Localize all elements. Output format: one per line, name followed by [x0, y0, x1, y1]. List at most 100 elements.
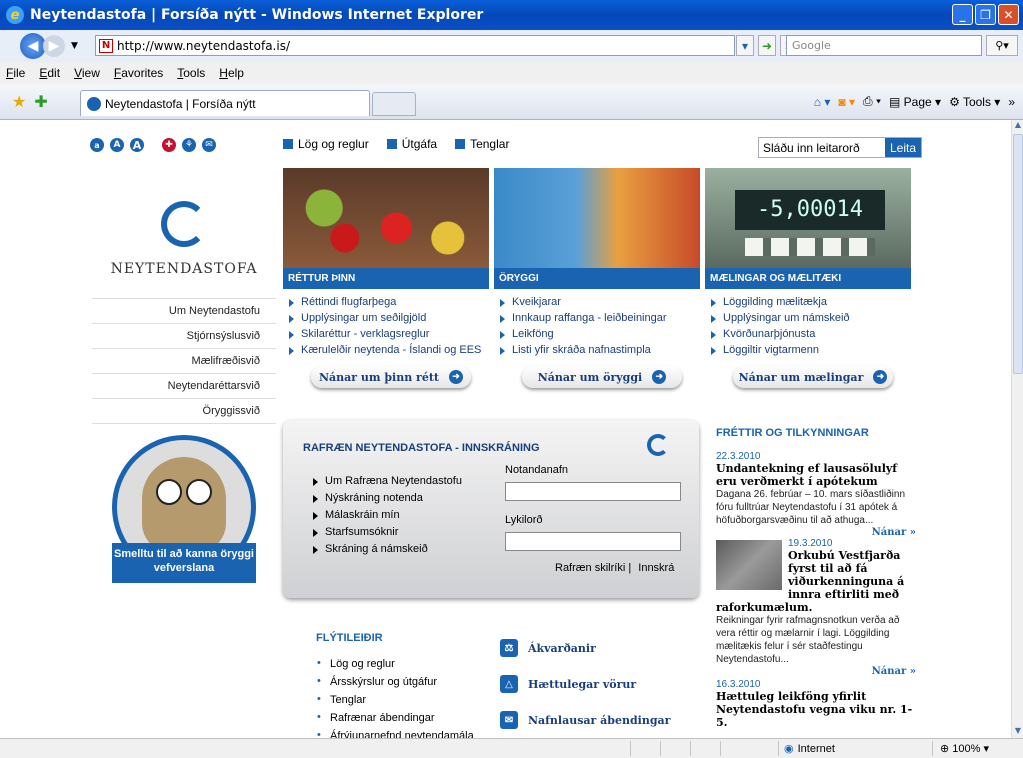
favorites-star-icon[interactable]: ★	[12, 92, 26, 111]
text-small-icon[interactable]: a	[90, 138, 104, 152]
security-zone[interactable]: ◉ Internet	[784, 742, 835, 756]
login-link[interactable]: Nýskráning notenda	[313, 492, 462, 509]
page-viewport: a A A ✚ ⚘ ✉ Lög og reglur Útgáfa Tenglar…	[0, 120, 1011, 738]
column-link[interactable]: Skilaréttur - verklagsreglur	[289, 328, 489, 344]
add-favorites-icon[interactable]: ✚	[34, 92, 47, 111]
certificate-link[interactable]: Rafræn skilríki |	[555, 562, 631, 574]
text-medium-icon[interactable]: A	[110, 138, 124, 152]
column-link[interactable]: Réttindi flugfarþega	[289, 296, 489, 312]
more-button[interactable]: Nánar um öryggi ➜	[522, 366, 682, 388]
login-link[interactable]: Um Rafræna Neytendastofu	[313, 475, 462, 492]
shortcut-link[interactable]: Rafrænar ábendingar	[316, 711, 474, 730]
menu-favorites[interactable]: Favorites	[114, 66, 163, 80]
owl-icon	[142, 457, 226, 553]
menu-tools[interactable]: Tools	[177, 66, 205, 80]
sidenav-item-maelifraedi[interactable]: Mælifræðisvið	[92, 349, 276, 374]
history-dropdown-icon[interactable]: ▼	[71, 41, 78, 51]
login-link[interactable]: Skráning á námskeið	[313, 543, 462, 560]
window-titlebar: e Neytendastofa | Forsíða nýtt - Windows…	[0, 0, 1023, 30]
decisions-link[interactable]: ⚖ Ákvarðanir	[500, 630, 670, 666]
maximize-button[interactable]: ❐	[975, 4, 996, 25]
tab-title: Neytendastofa | Forsíða nýtt	[105, 96, 256, 111]
zoom-control[interactable]: ⊕ 100% ▾	[940, 742, 989, 755]
new-tab-button[interactable]	[372, 92, 416, 116]
sidenav-item-neytendarettur[interactable]: Neytendaréttarsvið	[92, 374, 276, 399]
home-icon[interactable]: ⌂ ▾	[814, 95, 831, 109]
shortcut-link[interactable]: Ársskýrslur og útgáfur	[316, 675, 474, 694]
text-large-icon[interactable]: A	[130, 138, 144, 152]
sidenav-item-oryggi[interactable]: Öryggissvið	[92, 399, 276, 424]
owl-eye-left	[156, 479, 182, 505]
email-icon[interactable]: ✉	[202, 138, 216, 152]
column-link[interactable]: Innkaup raffanga - leiðbeiningar	[500, 312, 700, 328]
dangerous-products-link[interactable]: △ Hættulegar vörur	[500, 666, 670, 702]
more-button[interactable]: Nánar um þinn rétt ➜	[311, 366, 471, 388]
password-input[interactable]	[505, 532, 681, 551]
sidenav-item-um[interactable]: Um Neytendastofu	[92, 299, 276, 324]
sitemap-icon[interactable]: ⚘	[182, 138, 196, 152]
login-link[interactable]: Málaskráin mín	[313, 509, 462, 526]
status-bar: ◉ Internet ⊕ 100% ▾	[0, 738, 1023, 758]
toplink-utgafa[interactable]: Útgáfa	[386, 137, 437, 151]
chevron-more-icon[interactable]: »	[1008, 95, 1015, 109]
scroll-up-icon[interactable]: ▲	[1012, 120, 1023, 132]
toplink-log[interactable]: Lög og reglur	[283, 137, 369, 151]
tab-active[interactable]: Neytendastofa | Forsíða nýtt	[80, 90, 370, 116]
site-logo[interactable]: NEYTENDASTOFA	[92, 166, 276, 296]
menu-bar: File Edit View Favorites Tools Help	[0, 62, 1023, 84]
more-button[interactable]: Nánar um mælingar ➜	[733, 366, 893, 388]
shortcut-link[interactable]: Áfrýjunarnefnd neytendamála	[316, 729, 474, 738]
web-search-input[interactable]: Google	[786, 35, 982, 56]
news-more-link[interactable]: Nánar »	[716, 527, 916, 538]
scroll-down-icon[interactable]: ▼	[1012, 726, 1023, 738]
menu-file[interactable]: File	[6, 66, 25, 80]
column-link[interactable]: Löggiltir vigtarmenn	[711, 344, 911, 360]
column-link[interactable]: Upplýsingar um námskeið	[711, 312, 911, 328]
site-search-input[interactable]: Sláðu inn leitarorð	[759, 138, 885, 157]
url-input[interactable]: N http://www.neytendastofa.is/	[95, 35, 735, 56]
minimize-button[interactable]: _	[952, 4, 973, 25]
news-headline[interactable]: Hættuleg leikföng yfirlit Neytendastofu …	[716, 690, 916, 729]
tools-menu[interactable]: ⚙ Tools ▾	[949, 95, 1000, 109]
news-headline[interactable]: Undantekning ef lausasölulyf eru verðmer…	[716, 462, 916, 488]
scrollbar-thumb[interactable]	[1013, 134, 1023, 374]
sidenav-item-stjornsysla[interactable]: Stjórnsýslusvið	[92, 324, 276, 349]
shortcut-link[interactable]: Tenglar	[316, 693, 474, 712]
column-link[interactable]: Löggilding mælitækja	[711, 296, 911, 312]
login-link[interactable]: Starfsumsóknir	[313, 526, 462, 543]
forward-button[interactable]: ▶	[43, 35, 65, 57]
menu-view[interactable]: View	[74, 66, 100, 80]
status-divider	[778, 741, 779, 756]
feeds-icon[interactable]: ◙ ▾	[838, 95, 855, 109]
column-link[interactable]: Listi yfir skráða nafnastimpla	[500, 344, 700, 360]
vertical-scrollbar[interactable]: ▲ ▼	[1011, 120, 1023, 738]
username-input[interactable]	[505, 482, 681, 501]
print-icon[interactable]: ⎙ ▾	[863, 94, 881, 109]
menu-help[interactable]: Help	[219, 66, 244, 80]
login-link-submit[interactable]: Innskrá	[638, 562, 674, 574]
column-link[interactable]: Kveikjarar	[500, 296, 700, 312]
close-button[interactable]: ✕	[998, 4, 1019, 25]
menu-edit[interactable]: Edit	[39, 66, 60, 80]
refresh-icon[interactable]: ➜	[758, 35, 776, 56]
page-menu[interactable]: ▤ Page ▾	[889, 95, 941, 109]
column-link[interactable]: Kærulelðir neytenda - Íslandi og EES	[289, 344, 489, 360]
column-link[interactable]: Kvörðunarþjónusta	[711, 328, 911, 344]
address-bar: ◀ ▶ ▼ N http://www.neytendastofa.is/ ▾ ➜…	[0, 30, 1023, 62]
column-link[interactable]: Upplýsingar um seðilgjöld	[289, 312, 489, 328]
site-search-button[interactable]: Leita	[885, 138, 921, 157]
english-flag-icon[interactable]: ✚	[162, 138, 176, 152]
command-bar: ⌂ ▾ ◙ ▾ ⎙ ▾ ▤ Page ▾ ⚙ Tools ▾ »	[814, 94, 1015, 109]
owl-eye-right	[186, 479, 212, 505]
news-more-link[interactable]: Nánar »	[716, 666, 916, 677]
url-dropdown-icon[interactable]: ▾	[736, 35, 754, 56]
anonymous-tips-link[interactable]: ✉ Nafnlausar ábendingar	[500, 702, 670, 738]
shortcut-link[interactable]: Lög og reglur	[316, 657, 474, 676]
column-link[interactable]: Leikföng	[500, 328, 700, 344]
ie-logo-icon: e	[6, 6, 24, 24]
search-icon[interactable]: ⚲▾	[986, 35, 1018, 56]
side-navigation: Um Neytendastofu Stjórnsýslusvið Mælifræ…	[92, 298, 276, 424]
toplink-tenglar[interactable]: Tenglar	[455, 137, 509, 151]
owl-promo-banner[interactable]: Smelltu til að kanna öryggi vefverslana	[112, 435, 256, 600]
news-date: 16.3.2010	[716, 679, 761, 690]
